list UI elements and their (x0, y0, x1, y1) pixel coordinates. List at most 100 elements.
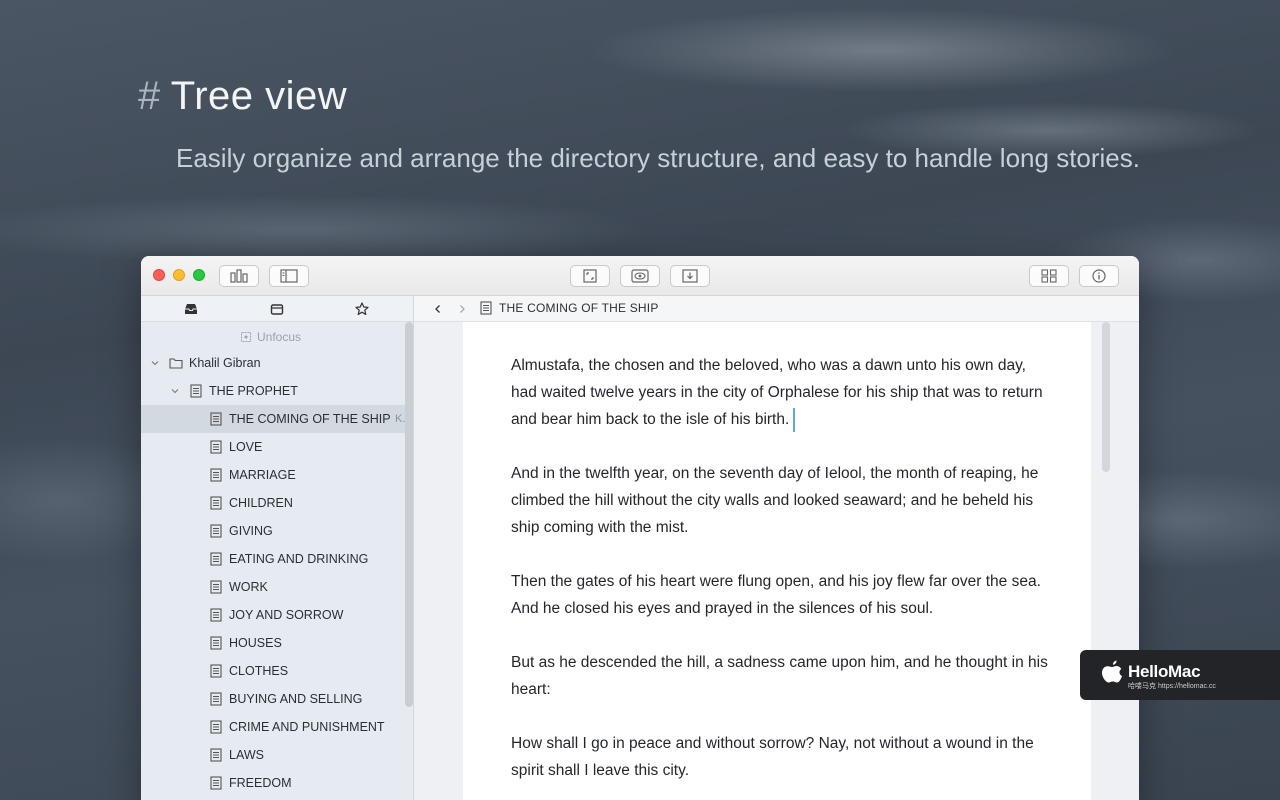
grid-view-button[interactable] (1029, 265, 1069, 287)
tree-item-label: THE COMING OF THE SHIP (229, 412, 391, 426)
watermark-name: HelloMac (1128, 662, 1201, 681)
hero-title: # Tree view (138, 74, 347, 119)
tree-item-chapter[interactable]: WORK (141, 573, 409, 601)
tree-item-label: WORK (229, 580, 268, 594)
back-button[interactable] (431, 302, 445, 316)
editor-page[interactable]: Almustafa, the chosen and the beloved, w… (463, 322, 1091, 800)
chevron-down-icon[interactable] (171, 387, 179, 395)
tree-item-label: CRIME AND PUNISHMENT (229, 720, 385, 734)
focus-mode-button[interactable] (570, 265, 610, 287)
document-icon (210, 468, 222, 482)
tab-inbox[interactable] (183, 301, 199, 317)
focus-icon (583, 269, 597, 283)
star-icon (355, 302, 369, 316)
tree-item-label: THE PROPHET (209, 384, 298, 398)
document-icon (190, 384, 202, 398)
tree-item-chapter[interactable]: HOUSES (141, 629, 409, 657)
zoom-window-button[interactable] (193, 269, 205, 281)
hellomac-watermark: HelloMac 哈喽马克 https://hellomac.cc (1080, 650, 1280, 700)
document-icon (210, 748, 222, 762)
export-icon (682, 269, 698, 283)
library-icon (230, 269, 248, 283)
tree-item-book[interactable]: THE PROPHET (141, 377, 409, 405)
tree-item-badge: K. (395, 413, 406, 425)
paragraph[interactable]: Almustafa, the chosen and the beloved, w… (511, 352, 1051, 433)
tree-item-chapter[interactable]: CHILDREN (141, 489, 409, 517)
close-window-button[interactable] (153, 269, 165, 281)
watermark-url: 哈喽马克 https://hellomac.cc (1128, 683, 1216, 690)
tree-item-chapter[interactable]: LAWS (141, 741, 409, 769)
tree-item-label: LAWS (229, 748, 264, 762)
text-caret (793, 407, 796, 432)
document-icon (210, 580, 222, 594)
hash-mark: # (138, 74, 161, 118)
tree-item-chapter[interactable]: LOVE (141, 433, 409, 461)
document-title: THE COMING OF THE SHIP (480, 301, 659, 315)
tree-item-label: MARRIAGE (229, 468, 296, 482)
document-icon (210, 552, 222, 566)
info-button[interactable] (1079, 265, 1119, 287)
tree-item-label: BUYING AND SELLING (229, 692, 363, 706)
sidebar: Unfocus Khalil Gibran THE PROPHET THE CO… (141, 296, 414, 800)
unfocus-icon (241, 332, 251, 342)
tree-item-chapter[interactable]: CLOTHES (141, 657, 409, 685)
sidebar-scrollbar[interactable] (405, 322, 413, 707)
tree-item-label: GIVING (229, 524, 273, 538)
tree-item-label: Khalil Gibran (189, 356, 261, 370)
titlebar (141, 256, 1139, 296)
document-icon (480, 301, 492, 315)
tab-archive[interactable] (269, 301, 285, 317)
tree-item-label: EATING AND DRINKING (229, 552, 369, 566)
paragraph[interactable]: How shall I go in peace and without sorr… (511, 730, 1051, 784)
paragraph[interactable]: And in the twelfth year, on the seventh … (511, 460, 1051, 541)
document-icon (210, 636, 222, 650)
archive-icon (270, 304, 284, 315)
paragraph[interactable]: But as he descended the hill, a sadness … (511, 649, 1051, 703)
tree-item-chapter[interactable]: FREEDOM (141, 769, 409, 797)
unfocus-button[interactable]: Unfocus (241, 329, 301, 345)
hero-title-text: Tree view (170, 74, 348, 118)
document-icon (210, 524, 222, 538)
inbox-icon (185, 304, 197, 314)
tree-item-chapter[interactable]: GIVING (141, 517, 409, 545)
export-button[interactable] (670, 265, 710, 287)
forward-button[interactable] (455, 302, 469, 316)
tree-item-label: FREEDOM (229, 776, 292, 790)
tree-item-label: CHILDREN (229, 496, 293, 510)
document-icon (210, 776, 222, 790)
tree-item-chapter[interactable]: CRIME AND PUNISHMENT (141, 713, 409, 741)
tree-item-label: JOY AND SORROW (229, 608, 344, 622)
paragraph[interactable]: Then the gates of his heart were flung o… (511, 568, 1051, 622)
info-icon (1092, 269, 1106, 283)
editor-scrollbar[interactable] (1102, 322, 1110, 472)
document-icon (210, 412, 222, 426)
chevron-right-icon (460, 305, 465, 313)
tree-item-label: LOVE (229, 440, 263, 454)
editor-toolbar: THE COMING OF THE SHIP (414, 296, 1139, 322)
tree-item-chapter[interactable]: EATING AND DRINKING (141, 545, 409, 573)
tree-item-label: HOUSES (229, 636, 282, 650)
tree-item-chapter[interactable]: JOY AND SORROW (141, 601, 409, 629)
document-icon (210, 664, 222, 678)
minimize-window-button[interactable] (173, 269, 185, 281)
document-title-text: THE COMING OF THE SHIP (499, 301, 659, 315)
apple-logo-icon (1102, 660, 1122, 683)
chevron-down-icon[interactable] (151, 359, 159, 367)
sidebar-icon (280, 269, 298, 283)
paragraph-text: Almustafa, the chosen and the beloved, w… (511, 357, 1043, 428)
tree-item-author[interactable]: Khalil Gibran (141, 349, 409, 377)
document-icon (210, 440, 222, 454)
preview-button[interactable] (620, 265, 660, 287)
tab-favorites[interactable] (354, 301, 370, 317)
toggle-sidebar-button[interactable] (269, 265, 309, 287)
library-button[interactable] (219, 265, 259, 287)
document-icon (210, 608, 222, 622)
unfocus-label: Unfocus (257, 330, 302, 344)
tree-item-chapter[interactable]: BUYING AND SELLING (141, 685, 409, 713)
tree-item-chapter[interactable]: MARRIAGE (141, 461, 409, 489)
tree-item-label: CLOTHES (229, 664, 289, 678)
hero-subtitle: Easily organize and arrange the director… (176, 143, 1140, 173)
sidebar-tabs (141, 296, 413, 322)
document-icon (210, 720, 222, 734)
tree-item-chapter-selected[interactable]: THE COMING OF THE SHIP K. (141, 405, 409, 433)
